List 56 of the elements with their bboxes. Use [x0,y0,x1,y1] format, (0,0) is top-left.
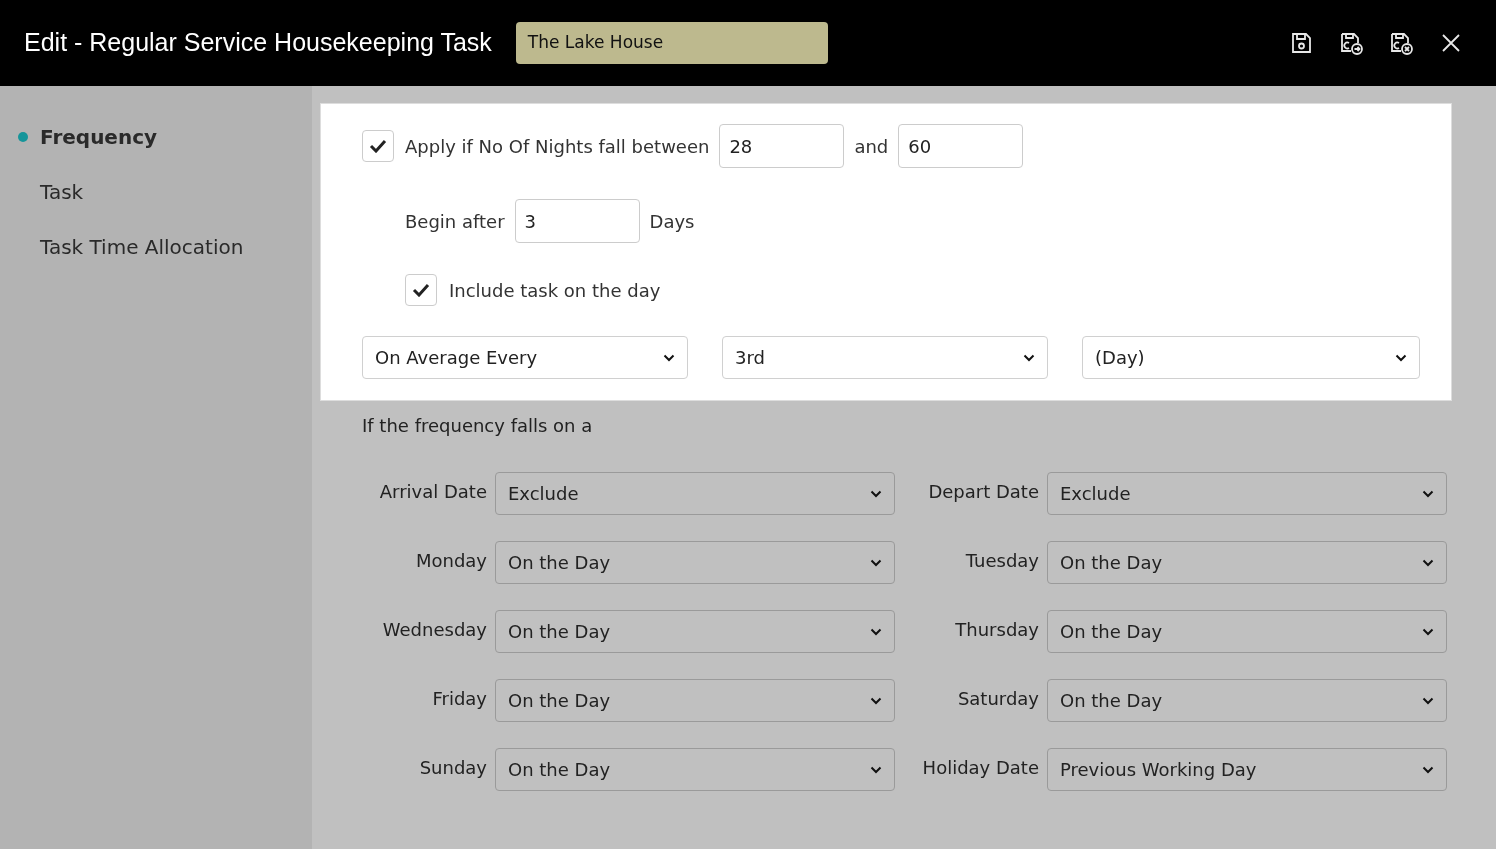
rule-label: Depart Date [927,480,1039,504]
rule-label: Friday [431,687,487,711]
rule-label: Thursday [954,618,1039,642]
input-field[interactable]: 28 [719,124,845,168]
dropdown[interactable]: On the Day [495,748,895,791]
begin-after-label: Begin after [405,209,505,234]
caret-icon [870,489,882,498]
caret-icon [1023,353,1035,362]
caret-icon [1422,696,1434,705]
dropdown[interactable]: On the Day [1047,541,1447,584]
and-label: and [854,134,889,159]
caret-icon [870,558,882,567]
save-and-next-icon[interactable] [1338,30,1364,56]
input-field[interactable]: 3 [514,199,640,243]
caret-icon [1422,558,1434,567]
sidebar-item[interactable]: Task [40,177,84,207]
include-label: Include task on the day [449,278,661,303]
rules-heading: If the frequency falls on a [362,414,594,438]
checkbox[interactable] [405,274,437,306]
dropdown[interactable]: (Day) [1082,336,1420,379]
dropdown[interactable]: 3rd [722,336,1048,379]
checkmark-icon [369,139,387,153]
dropdown[interactable]: Previous Working Day [1047,748,1447,791]
checkbox[interactable] [362,130,394,162]
nights-label: Apply if No Of Nights fall between [405,134,710,159]
caret-icon [1422,765,1434,774]
dropdown[interactable]: On the Day [495,610,895,653]
rule-label: Arrival Date [378,480,487,504]
caret-icon [663,353,675,362]
property-label: The Lake House [515,22,828,64]
rule-label: Wednesday [381,618,487,642]
dropdown[interactable]: Exclude [1047,472,1447,515]
save-and-close-icon[interactable] [1388,30,1414,56]
rule-label: Holiday Date [921,756,1039,780]
days-label: Days [649,209,695,234]
rule-label: Tuesday [964,549,1039,573]
caret-icon [870,627,882,636]
sidebar-item[interactable]: Task Time Allocation [40,232,244,262]
dropdown[interactable]: On the Day [495,541,895,584]
caret-icon [1422,627,1434,636]
sidebar-item[interactable]: Frequency [40,122,158,152]
dropdown[interactable]: On the Day [495,679,895,722]
rule-label: Monday [414,549,487,573]
caret-icon [870,696,882,705]
dropdown[interactable]: On Average Every [362,336,688,379]
caret-icon [1395,353,1407,362]
rule-label: Sunday [418,756,487,780]
rule-label: Saturday [956,687,1039,711]
caret-icon [870,765,882,774]
dropdown[interactable]: On the Day [1047,610,1447,653]
window-title: Edit - Regular Service Housekeeping Task [24,27,492,59]
dropdown[interactable]: Exclude [495,472,895,515]
input-field[interactable]: 60 [898,124,1024,168]
dropdown[interactable]: On the Day [1047,679,1447,722]
checkmark-icon [412,283,430,297]
caret-icon [1422,489,1434,498]
